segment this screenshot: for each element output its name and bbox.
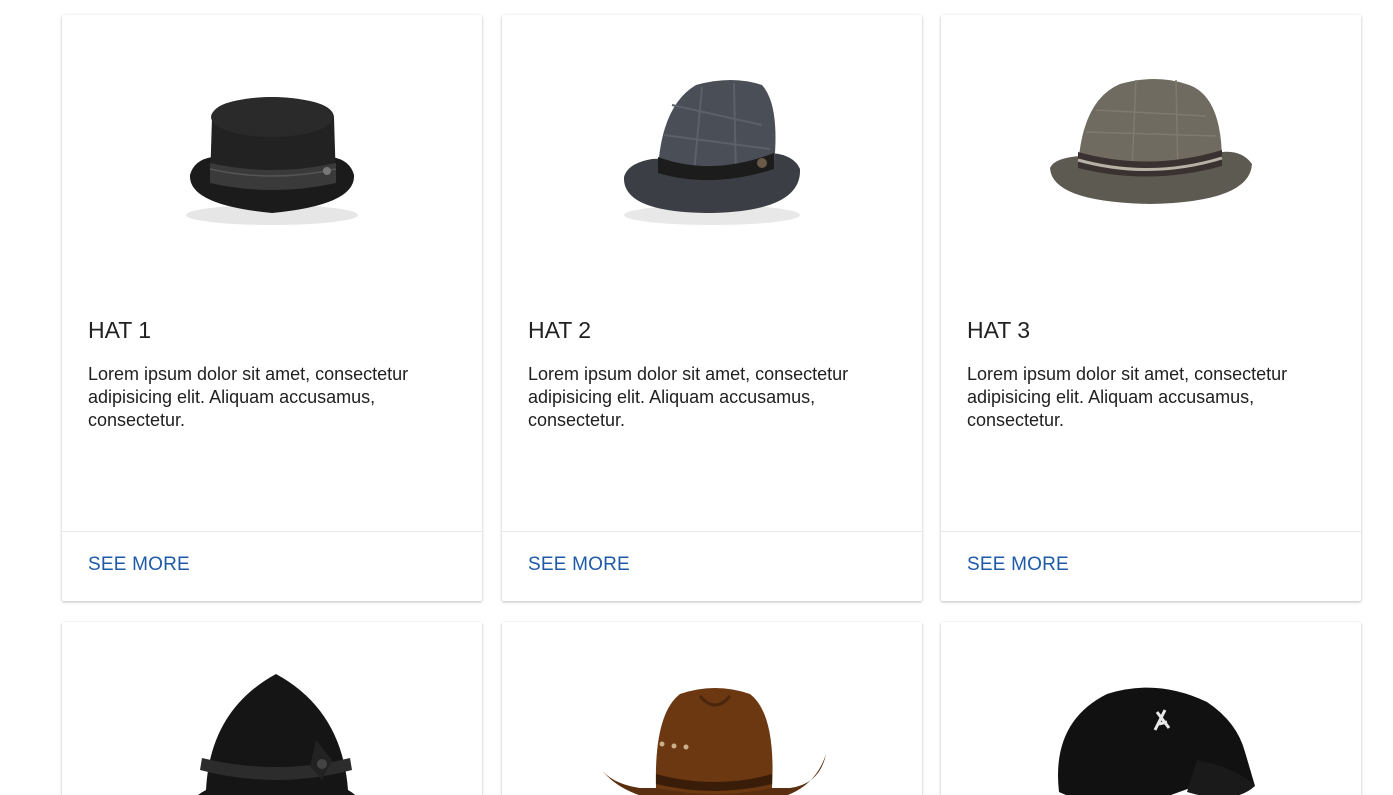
card-action: SEE MORE: [62, 531, 482, 601]
hat-card-6: [941, 622, 1361, 795]
card-content: HAT 3 Lorem ipsum dolor sit amet, consec…: [967, 315, 1337, 432]
card-text: Lorem ipsum dolor sit amet, consectetur …: [88, 364, 409, 430]
cowboy-hat-icon: [600, 688, 826, 795]
card-image: [502, 15, 922, 285]
card-text: Lorem ipsum dolor sit amet, consectetur …: [528, 364, 849, 430]
card-image: [941, 15, 1361, 285]
see-more-link[interactable]: SEE MORE: [528, 554, 630, 576]
hat-card-grid: HAT 1 Lorem ipsum dolor sit amet, consec…: [0, 0, 1393, 795]
hat-card-1: HAT 1 Lorem ipsum dolor sit amet, consec…: [62, 15, 482, 601]
hat-card-3: HAT 3 Lorem ipsum dolor sit amet, consec…: [941, 15, 1361, 601]
hat-card-2: HAT 2 Lorem ipsum dolor sit amet, consec…: [502, 15, 922, 601]
card-title: HAT 3: [967, 317, 1031, 343]
card-image: [62, 15, 482, 285]
plaid-fedora-icon: [623, 80, 801, 225]
card-title: HAT 2: [528, 317, 592, 343]
card-action: SEE MORE: [502, 531, 922, 601]
baseball-cap-icon: [1058, 687, 1255, 795]
hat-card-4: [62, 622, 482, 795]
cloche-hat-icon: [198, 674, 356, 795]
hat-card-5: [502, 622, 922, 795]
straw-fedora-icon: [1050, 79, 1252, 204]
see-more-link[interactable]: SEE MORE: [967, 554, 1069, 576]
card-text: Lorem ipsum dolor sit amet, consectetur …: [967, 364, 1288, 430]
card-action: SEE MORE: [941, 531, 1361, 601]
card-content: HAT 1 Lorem ipsum dolor sit amet, consec…: [88, 315, 458, 432]
card-content: HAT 2 Lorem ipsum dolor sit amet, consec…: [528, 315, 898, 432]
top-hat-icon: [186, 97, 358, 225]
card-title: HAT 1: [88, 317, 152, 343]
see-more-link[interactable]: SEE MORE: [88, 554, 190, 576]
